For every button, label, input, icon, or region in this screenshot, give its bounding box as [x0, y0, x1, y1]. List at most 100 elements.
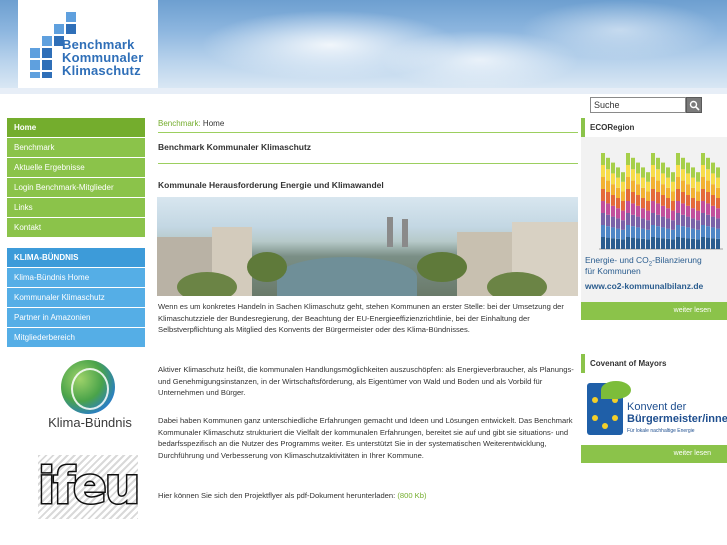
nav-heading-klima-buendnis[interactable]: KLIMA-BÜNDNIS	[7, 248, 145, 268]
breadcrumb: Benchmark: Home	[158, 119, 224, 128]
river	[277, 257, 417, 296]
chart-bar-segment	[606, 226, 610, 238]
divider	[158, 132, 578, 133]
chart-bar-segment	[651, 237, 655, 249]
chart-bar-segment	[716, 238, 720, 249]
nav-item-login[interactable]: Login Benchmark-Mitglieder	[7, 178, 145, 198]
chart-bar-segment	[681, 192, 685, 204]
chart-bar-segment	[701, 153, 705, 165]
chart-bar-segment	[666, 177, 670, 188]
chart-bar-segment	[711, 227, 715, 239]
search-input[interactable]	[590, 97, 686, 113]
nav-item-partner-amazonien[interactable]: Partner in Amazonien	[7, 308, 145, 328]
chart-bar-segment	[691, 228, 695, 239]
nav-item-kontakt[interactable]: Kontakt	[7, 218, 145, 238]
chart-bar-segment	[686, 216, 690, 228]
chart-bar-segment	[631, 203, 635, 215]
chart-bar-segment	[601, 177, 605, 189]
ecoregion-url[interactable]: www.co2-kommunalbilanz.de	[585, 281, 703, 291]
nav-item-klima-buendnis-home[interactable]: Klima-Bündnis Home	[7, 268, 145, 288]
chart-bar-segment	[631, 180, 635, 192]
nav-item-aktuelle-ergebnisse[interactable]: Aktuelle Ergebnisse	[7, 158, 145, 178]
chart-bar-segment	[631, 169, 635, 181]
chart-bar-segment	[656, 157, 660, 170]
chart-bar-segment	[706, 226, 710, 238]
chart-bar-segment	[616, 167, 620, 178]
chart-bar-segment	[646, 172, 650, 182]
chart-bar-segment	[711, 184, 715, 195]
flyer-download-link[interactable]: (800 Kb)	[397, 491, 426, 500]
nav-item-benchmark[interactable]: Benchmark	[7, 138, 145, 158]
chart-bar-segment	[606, 192, 610, 204]
chart-bar-segment	[606, 157, 610, 170]
chart-bar-segment	[716, 208, 720, 219]
chart-bar-segment	[601, 201, 605, 213]
chart-bar-segment	[651, 189, 655, 201]
search-button[interactable]	[686, 97, 702, 113]
site-header: Benchmark Kommunaler Klimaschutz	[0, 0, 727, 88]
chart-bar-segment	[691, 167, 695, 178]
covenant-read-more[interactable]: weiter lesen	[581, 445, 727, 463]
chart-bar-segment	[716, 177, 720, 188]
breadcrumb-link[interactable]: Benchmark:	[158, 119, 201, 128]
chart-bar-segment	[676, 189, 680, 201]
covenant-logo[interactable]: Konvent der Bürgermeister/innen Für loka…	[581, 373, 727, 445]
nav-item-home[interactable]: Home	[7, 118, 145, 138]
klima-navigation: KLIMA-BÜNDNIS Klima-Bündnis Home Kommuna…	[7, 248, 145, 348]
chart-bar-segment	[696, 201, 700, 211]
chart-bar-segment	[701, 165, 705, 177]
chart-bar-segment	[616, 177, 620, 188]
ecoregion-box: ECORegion Energie- und CO2-Bilanzierung …	[581, 118, 727, 320]
chart-bar-segment	[646, 220, 650, 230]
chart-bar-segment	[631, 226, 635, 238]
chart-bar-segment	[706, 214, 710, 227]
chart-bar-segment	[676, 201, 680, 213]
chart-bar-segment	[666, 208, 670, 219]
chart-bar-segment	[666, 198, 670, 209]
page-title: Benchmark Kommunaler Klimaschutz	[158, 142, 312, 152]
chart-bar-segment	[601, 225, 605, 237]
chart-bar-segment	[666, 238, 670, 249]
chart-bar-segment	[651, 201, 655, 213]
chart-bar-segment	[621, 239, 625, 249]
co2-stacked-bar-graphic	[599, 153, 723, 250]
nav-item-mitgliederbereich[interactable]: Mitgliederbereich	[7, 328, 145, 348]
chart-bar-segment	[656, 214, 660, 227]
chart-bar-segment	[696, 172, 700, 182]
chart-bar-segment	[711, 195, 715, 206]
nav-item-kommunaler-klimaschutz[interactable]: Kommunaler Klimaschutz	[7, 288, 145, 308]
site-logo[interactable]: Benchmark Kommunaler Klimaschutz	[18, 0, 158, 88]
ifeu-logo[interactable]: ifeu	[36, 455, 142, 519]
chart-bar-segment	[716, 198, 720, 209]
chart-bar-segment	[651, 165, 655, 177]
klima-buendnis-logo[interactable]: Klima-Bündnis	[35, 360, 145, 435]
chart-bar-segment	[696, 210, 700, 221]
paragraph: Aktiver Klimaschutz heißt, die kommunale…	[158, 365, 574, 397]
chart-bar-segment	[651, 213, 655, 225]
chart-bar-segment	[656, 180, 660, 192]
main-navigation: Home Benchmark Aktuelle Ergebnisse Login…	[7, 118, 145, 238]
chart-bar-segment	[676, 165, 680, 177]
covenant-box: Covenant of Mayors Konvent der Bürgermei…	[581, 354, 727, 463]
chart-bar-segment	[636, 173, 640, 185]
chart-bar-segment	[636, 195, 640, 206]
chart-bar-segment	[656, 192, 660, 204]
chart-bar-segment	[706, 237, 710, 249]
covenant-title: Covenant of Mayors	[581, 354, 727, 373]
chart-bar-segment	[651, 177, 655, 189]
chart-bar-segment	[686, 162, 690, 174]
ecoregion-read-more[interactable]: weiter lesen	[581, 302, 727, 320]
chart-bar-segment	[661, 205, 665, 217]
chart-bar-segment	[691, 187, 695, 198]
chart-bar-segment	[621, 201, 625, 211]
ecoregion-caption-a: Energie- und CO	[585, 255, 649, 265]
chart-bar-segment	[626, 201, 630, 213]
chart-bar-segment	[626, 225, 630, 237]
ecoregion-banner[interactable]: Energie- und CO2-Bilanzierung für Kommun…	[581, 137, 727, 302]
chart-bar-segment	[671, 220, 675, 230]
chart-bar-segment	[686, 195, 690, 206]
chart-bar-segment	[701, 189, 705, 201]
chart-bar-segment	[701, 177, 705, 189]
chart-bar-segment	[621, 191, 625, 201]
nav-item-links[interactable]: Links	[7, 198, 145, 218]
